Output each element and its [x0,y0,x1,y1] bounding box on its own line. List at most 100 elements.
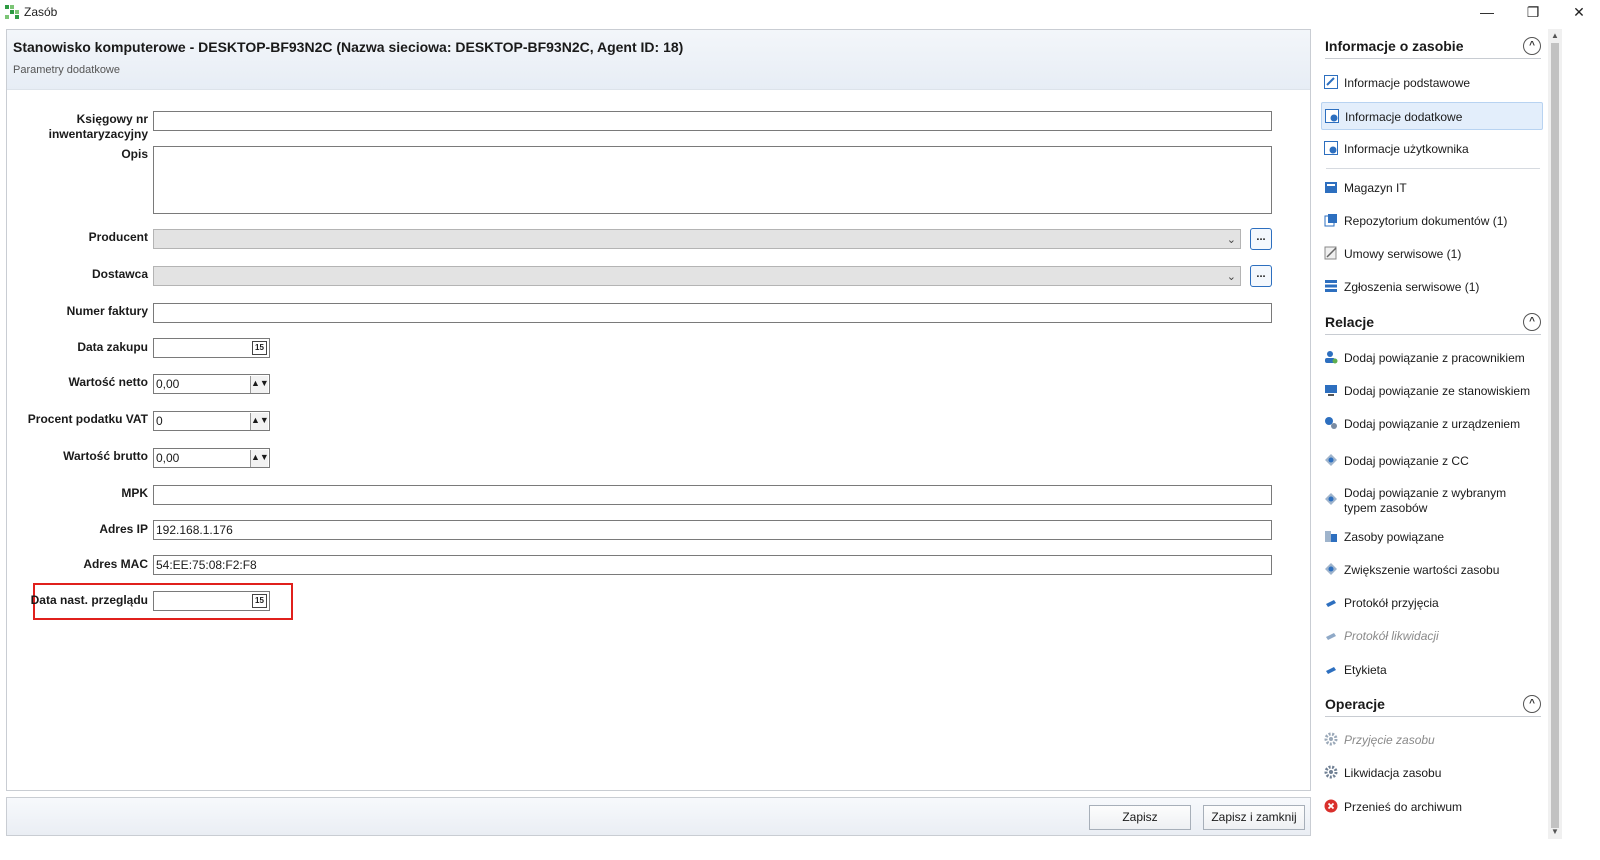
numer-faktury-label: Numer faktury [66,304,148,318]
section-relations-header[interactable]: Relacje ^ [1325,311,1541,335]
wartosc-netto-label: Wartość netto [68,375,148,389]
scroll-down-icon[interactable]: ▼ [1550,827,1560,837]
data-zakupu-input[interactable]: - - 15 [153,338,270,358]
wartosc-netto-value: 0,00 [156,377,180,391]
gear-icon [1324,732,1338,746]
producent-label: Producent [88,230,148,244]
adres-ip-input[interactable]: 192.168.1.176 [153,520,1272,540]
procent-vat-input[interactable]: 0 ▲▼ [153,411,270,431]
sidebar-item-label: Dodaj powiązanie z pracownikiem [1344,351,1525,365]
wartosc-brutto-value: 0,00 [156,451,180,465]
sidebar-item-intake-protocol[interactable]: Protokół przyjęcia [1321,589,1543,617]
sidebar-item-label: Dodaj powiązanie z CC [1344,454,1469,468]
section-operations-title: Operacje [1325,696,1385,712]
gear-icon [1324,765,1338,779]
sidebar-item-label-print[interactable]: Etykieta [1321,656,1543,684]
close-button[interactable]: ✕ [1556,0,1600,24]
sidebar-item-value-increase[interactable]: Zwiększenie wartości zasobu [1321,556,1543,584]
sidebar-item-extra-info[interactable]: Informacje dodatkowe [1321,102,1543,130]
sidebar-item-link-employee[interactable]: Dodaj powiązanie z pracownikiem [1321,344,1543,372]
sidebar-item-user-info[interactable]: Informacje użytkownika [1321,135,1543,163]
data-przegladu-input[interactable]: - - 15 [153,591,270,611]
documents-icon [1324,214,1337,227]
sidebar-item-label: Dodaj powiązanie z wybranym typem zasobó… [1344,486,1507,515]
ksiegowy-input[interactable] [153,111,1272,131]
numer-faktury-input[interactable] [153,303,1272,323]
minimize-button[interactable]: — [1464,0,1510,24]
asset-type-link-icon [1325,493,1337,505]
edit-info-icon [1324,75,1338,89]
save-button[interactable]: Zapisz [1089,805,1191,830]
scrollbar-thumb[interactable] [1551,43,1559,828]
sidebar: Informacje o zasobie ^ Informacje podsta… [1318,29,1546,839]
sidebar-item-basic-info[interactable]: Informacje podstawowe [1321,69,1543,97]
sidebar-item-link-cc[interactable]: Dodaj powiązanie z CC [1321,447,1543,475]
mpk-input[interactable] [153,485,1272,505]
sidebar-item-label: Informacje podstawowe [1344,76,1471,90]
scroll-up-icon[interactable]: ▲ [1550,31,1560,41]
procent-vat-value: 0 [156,414,163,428]
sidebar-item-label: Zgłoszenia serwisowe (1) [1344,280,1480,294]
adres-mac-input[interactable]: 54:EE:75:08:F2:F8 [153,555,1272,575]
sidebar-item-contracts[interactable]: Umowy serwisowe (1) [1321,240,1543,268]
calendar-icon[interactable]: 15 [252,341,267,355]
ksiegowy-label: Księgowy nr inwentaryzacyjny [48,112,148,141]
sidebar-item-label: Dodaj powiązanie ze stanowiskiem [1344,384,1531,398]
producent-browse-button[interactable]: ... [1250,228,1272,250]
wartosc-netto-input[interactable]: 0,00 ▲▼ [153,374,270,394]
section-operations-header[interactable]: Operacje ^ [1325,693,1541,717]
dostawca-browse-button[interactable]: ... [1250,265,1272,287]
sidebar-item-link-asset-type[interactable]: Dodaj powiązanie z wybranym typem zasobó… [1321,479,1543,517]
user-link-icon [1325,351,1338,364]
cc-link-icon [1325,454,1337,466]
protocol-icon [1326,633,1336,640]
sidebar-item-label: Przenieś do archiwum [1344,800,1463,814]
sidebar-item-documents[interactable]: Repozytorium dokumentów (1) [1321,207,1543,235]
contract-icon [1324,246,1337,260]
collapse-icon[interactable]: ^ [1523,695,1541,713]
sidebar-scrollbar[interactable]: ▲ ▼ [1548,29,1562,839]
section-info-header[interactable]: Informacje o zasobie ^ [1325,35,1541,59]
data-zakupu-label: Data zakupu [77,340,148,354]
sidebar-item-label: Magazyn IT [1344,181,1407,195]
section-relations-title: Relacje [1325,314,1375,330]
sidebar-item-link-workstation[interactable]: Dodaj powiązanie ze stanowiskiem [1321,377,1543,405]
sidebar-item-asset-intake[interactable]: Przyjęcie zasobu [1321,726,1543,754]
save-close-button[interactable]: Zapisz i zamknij [1203,805,1305,830]
sidebar-item-link-device[interactable]: Dodaj powiązanie z urządzeniem [1321,410,1543,438]
sidebar-item-label: Protokół przyjęcia [1344,596,1439,610]
producent-select[interactable]: ⌄ [153,229,1241,249]
spinner-icon[interactable]: ▲▼ [250,376,269,393]
wartosc-brutto-input[interactable]: 0,00 ▲▼ [153,448,270,468]
spinner-icon[interactable]: ▲▼ [250,413,269,430]
form-panel: Stanowisko komputerowe - DESKTOP-BF93N2C… [6,29,1311,791]
opis-textarea[interactable] [153,146,1272,214]
device-link-icon [1325,417,1337,429]
chevron-down-icon: ⌄ [1226,271,1236,283]
spinner-icon[interactable]: ▲▼ [250,450,269,467]
sidebar-item-liquidation-protocol[interactable]: Protokół likwidacji [1321,622,1543,650]
collapse-icon[interactable]: ^ [1523,313,1541,331]
dostawca-label: Dostawca [91,267,148,281]
section-info-title: Informacje o zasobie [1325,38,1464,54]
bottom-bar: Zapisz Zapisz i zamknij [6,797,1311,836]
sidebar-item-tickets[interactable]: Zgłoszenia serwisowe (1) [1321,273,1543,301]
procent-vat-label: Procent podatku VAT [27,412,148,426]
opis-label: Opis [121,147,148,161]
title-bar: Zasób — ❐ ✕ [0,0,1600,24]
sidebar-item-asset-liquidation[interactable]: Likwidacja zasobu [1321,759,1543,787]
maximize-button[interactable]: ❐ [1510,0,1556,24]
adres-mac-label: Adres MAC [83,557,148,571]
calendar-icon[interactable]: 15 [252,594,267,608]
chevron-down-icon: ⌄ [1226,234,1236,246]
sidebar-item-label: Informacje dodatkowe [1345,110,1463,124]
sidebar-item-related-assets[interactable]: Zasoby powiązane [1321,523,1543,551]
edit-info-icon [1325,109,1339,123]
sidebar-item-label: Repozytorium dokumentów (1) [1344,214,1508,228]
sidebar-item-label: Protokół likwidacji [1344,629,1439,643]
collapse-icon[interactable]: ^ [1523,37,1541,55]
sidebar-item-archive[interactable]: Przenieś do archiwum [1321,793,1543,821]
data-zakupu-value: - - [163,355,184,357]
sidebar-item-warehouse[interactable]: Magazyn IT [1321,174,1543,202]
dostawca-select[interactable]: ⌄ [153,266,1241,286]
